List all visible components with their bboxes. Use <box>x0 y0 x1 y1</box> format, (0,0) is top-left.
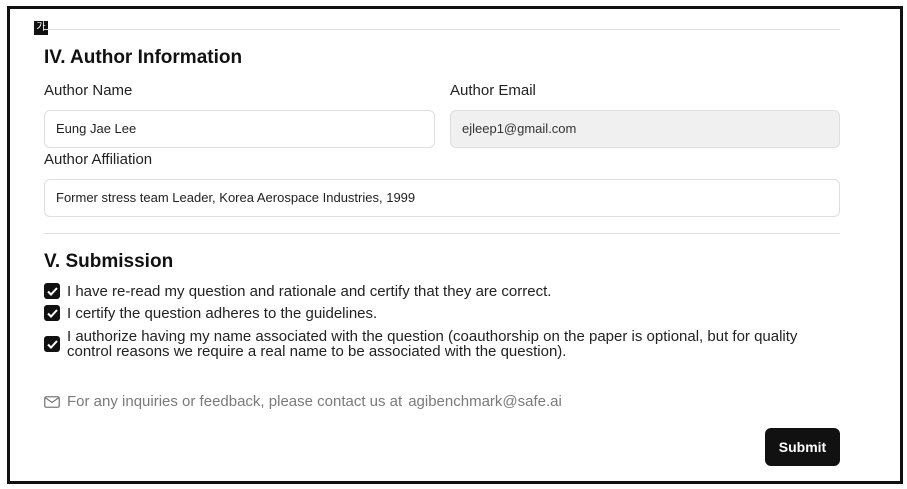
divider-submission <box>44 233 840 234</box>
authorize-name-row[interactable]: I authorize having my name associated wi… <box>44 329 834 359</box>
certify-reread-row[interactable]: I have re-read my question and rationale… <box>44 283 551 299</box>
author-email-input[interactable]: ejleep1@gmail.com <box>450 110 840 148</box>
contact-line: For any inquiries or feedback, please co… <box>44 393 562 410</box>
author-affiliation-label: Author Affiliation <box>44 151 153 168</box>
check-icon <box>46 339 58 349</box>
form-window <box>7 6 903 484</box>
submit-button[interactable]: Submit <box>765 428 840 466</box>
certify-reread-label: I have re-read my question and rationale… <box>67 282 552 300</box>
submission-section-title: V. Submission <box>44 251 174 272</box>
author-affiliation-input[interactable]: Former stress team Leader, Korea Aerospa… <box>44 179 840 217</box>
author-email-label: Author Email <box>450 82 536 99</box>
authorize-name-label: I authorize having my name associated wi… <box>67 328 798 360</box>
divider-top <box>44 29 840 30</box>
check-icon <box>46 308 58 318</box>
author-name-input[interactable]: Eung Jae Lee <box>44 110 435 148</box>
contact-text: For any inquiries or feedback, please co… <box>67 393 403 410</box>
certify-guidelines-label: I certify the question adheres to the gu… <box>67 304 378 322</box>
check-icon <box>46 286 58 296</box>
author-name-label: Author Name <box>44 82 133 99</box>
authorize-name-checkbox[interactable] <box>44 336 60 352</box>
certify-guidelines-checkbox[interactable] <box>44 305 60 321</box>
certify-guidelines-row[interactable]: I certify the question adheres to the gu… <box>44 305 377 321</box>
author-section-title: IV. Author Information <box>44 47 243 68</box>
contact-email-link[interactable]: agibenchmark@safe.ai <box>408 393 562 410</box>
mail-icon <box>44 395 60 408</box>
ime-indicator: 가 <box>34 21 48 35</box>
certify-reread-checkbox[interactable] <box>44 283 60 299</box>
